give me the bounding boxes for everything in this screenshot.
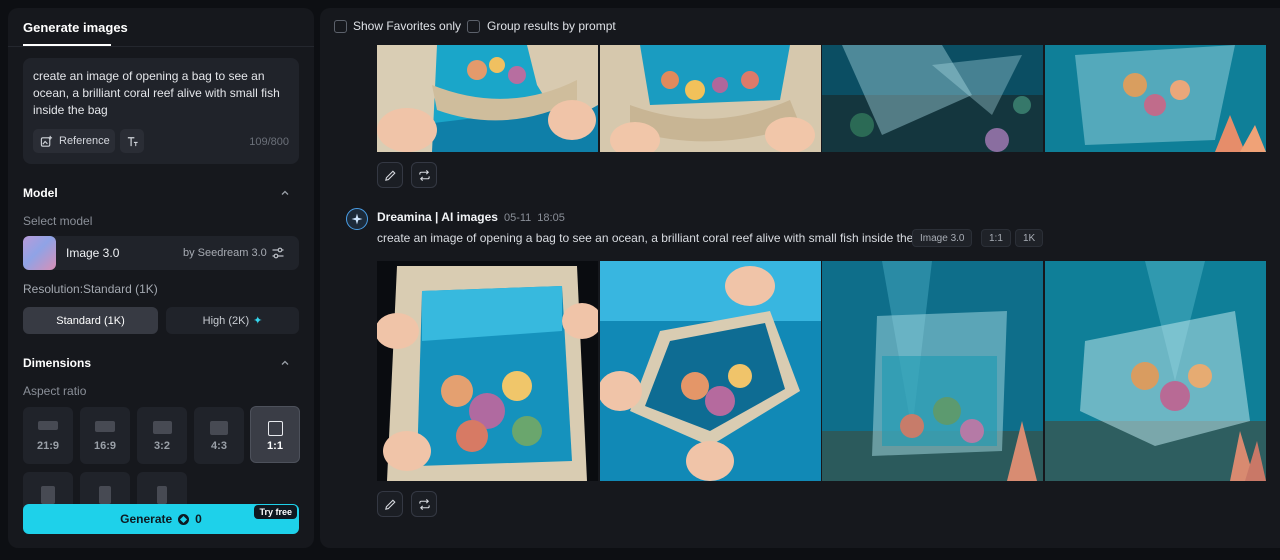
generated-image[interactable] xyxy=(822,45,1043,152)
repeat-icon xyxy=(418,498,430,510)
image-add-icon xyxy=(40,135,53,147)
favorites-checkbox[interactable] xyxy=(334,20,347,33)
reference-label: Reference xyxy=(59,135,110,147)
result-time: 18:05 xyxy=(537,212,565,224)
reference-button[interactable]: Reference xyxy=(33,129,115,153)
image-plastic-bag-canvas xyxy=(1045,261,1266,481)
generated-image[interactable] xyxy=(377,261,598,481)
image-bag-canvas xyxy=(377,261,598,481)
char-counter: 109/800 xyxy=(249,136,289,148)
aspect-ratio-label-3-2: 3:2 xyxy=(154,440,170,452)
aspect-ratio-label-16-9: 16:9 xyxy=(93,440,117,452)
generate-cost: 0 xyxy=(195,512,202,526)
model-thumbnail xyxy=(23,236,56,270)
ratio-shape xyxy=(38,421,58,430)
regenerate-button[interactable] xyxy=(411,491,437,517)
tab-generate-images[interactable]: Generate images xyxy=(23,20,128,35)
sliders-icon[interactable] xyxy=(271,246,285,260)
ratio-shape xyxy=(157,486,167,504)
favorites-label[interactable]: Show Favorites only xyxy=(353,19,461,33)
image-plastic-bag-canvas xyxy=(822,261,1043,481)
model-provider: by Seedream 3.0 xyxy=(183,247,267,259)
image-bag-canvas xyxy=(600,45,821,152)
result-header: Dreamina | AI images 05-11 18:05 xyxy=(377,210,565,224)
ratio-shape xyxy=(152,421,172,434)
aspect-ratio-label-1-1: 1:1 xyxy=(267,440,283,452)
model-tag: Image 3.0 xyxy=(912,229,973,247)
resolution-label: Resolution:Standard (1K) xyxy=(23,282,158,296)
resolution-tag: 1K xyxy=(1015,229,1044,247)
result-prompt[interactable]: create an image of opening a bag to see … xyxy=(377,231,937,245)
pencil-icon xyxy=(384,169,396,181)
divider xyxy=(8,46,314,47)
author-name: Dreamina | AI images xyxy=(377,210,498,224)
chevron-up-icon[interactable] xyxy=(279,187,291,199)
resolution-high-button[interactable]: High (2K) ✦ xyxy=(166,307,299,334)
generated-image[interactable] xyxy=(1045,45,1266,152)
resolution-standard-button[interactable]: Standard (1K) xyxy=(23,307,158,334)
aspect-ratio-3-2[interactable]: 3:2 xyxy=(137,407,187,464)
image-plastic-bag-canvas xyxy=(822,45,1043,152)
sparkle-logo-icon xyxy=(351,213,363,225)
ratio-shape xyxy=(99,486,111,504)
results-panel: Show Favorites only Group results by pro… xyxy=(320,8,1280,548)
regenerate-button[interactable] xyxy=(411,162,437,188)
aspect-ratio-label-4-3: 4:3 xyxy=(211,440,227,452)
generate-label: Generate xyxy=(120,512,173,526)
ratio-tag: 1:1 xyxy=(981,229,1011,247)
resolution-standard-label: Standard (1K) xyxy=(56,314,125,327)
generated-image[interactable] xyxy=(822,261,1043,481)
generated-image[interactable] xyxy=(377,45,598,152)
ratio-shape xyxy=(41,486,55,504)
image-plastic-bag-canvas xyxy=(1045,45,1266,152)
text-size-icon xyxy=(127,136,138,146)
text-style-button[interactable] xyxy=(120,129,144,153)
resolution-high-label: High (2K) xyxy=(202,314,250,327)
prompt-textarea[interactable]: create an image of opening a bag to see … xyxy=(23,58,299,164)
repeat-icon xyxy=(418,169,430,181)
aspect-ratio-label-21-9: 21:9 xyxy=(36,440,60,452)
pencil-icon xyxy=(384,498,396,510)
try-free-badge: Try free xyxy=(254,505,297,519)
generated-image[interactable] xyxy=(600,261,821,481)
image-bag-canvas xyxy=(377,45,598,152)
ratio-shape xyxy=(95,421,115,432)
image-bag-canvas xyxy=(600,261,821,481)
model-name: Image 3.0 xyxy=(66,246,120,260)
ratio-shape xyxy=(210,421,228,435)
result-date: 05-11 xyxy=(503,212,532,224)
generate-button[interactable]: Generate 0 Try free xyxy=(23,504,299,534)
edit-button[interactable] xyxy=(377,162,403,188)
group-by-prompt-checkbox[interactable] xyxy=(467,20,480,33)
aspect-ratio-label: Aspect ratio xyxy=(23,384,87,398)
dreamina-avatar xyxy=(346,208,368,230)
sparkle-icon: ✦ xyxy=(253,315,263,327)
model-selector[interactable]: Image 3.0 by Seedream 3.0 xyxy=(23,236,299,270)
group-by-prompt-label[interactable]: Group results by prompt xyxy=(487,19,616,33)
prompt-text[interactable]: create an image of opening a bag to see … xyxy=(33,68,283,119)
chevron-up-icon[interactable] xyxy=(279,357,291,369)
edit-button[interactable] xyxy=(377,491,403,517)
aspect-ratio-21-9[interactable]: 21:9 xyxy=(23,407,73,464)
aspect-ratio-4-3[interactable]: 4:3 xyxy=(194,407,244,464)
model-section-title: Model xyxy=(23,186,58,200)
generate-panel: Generate images create an image of openi… xyxy=(8,8,314,548)
aspect-ratio-16-9[interactable]: 16:9 xyxy=(80,407,130,464)
credit-icon xyxy=(178,513,190,525)
ratio-shape xyxy=(267,421,283,436)
app: Generate images create an image of openi… xyxy=(0,0,1280,560)
generated-image[interactable] xyxy=(1045,261,1266,481)
generated-image[interactable] xyxy=(600,45,821,152)
aspect-ratio-1-1[interactable]: 1:1 xyxy=(250,406,300,463)
select-model-label: Select model xyxy=(23,214,93,228)
dimensions-section-title: Dimensions xyxy=(23,356,92,370)
